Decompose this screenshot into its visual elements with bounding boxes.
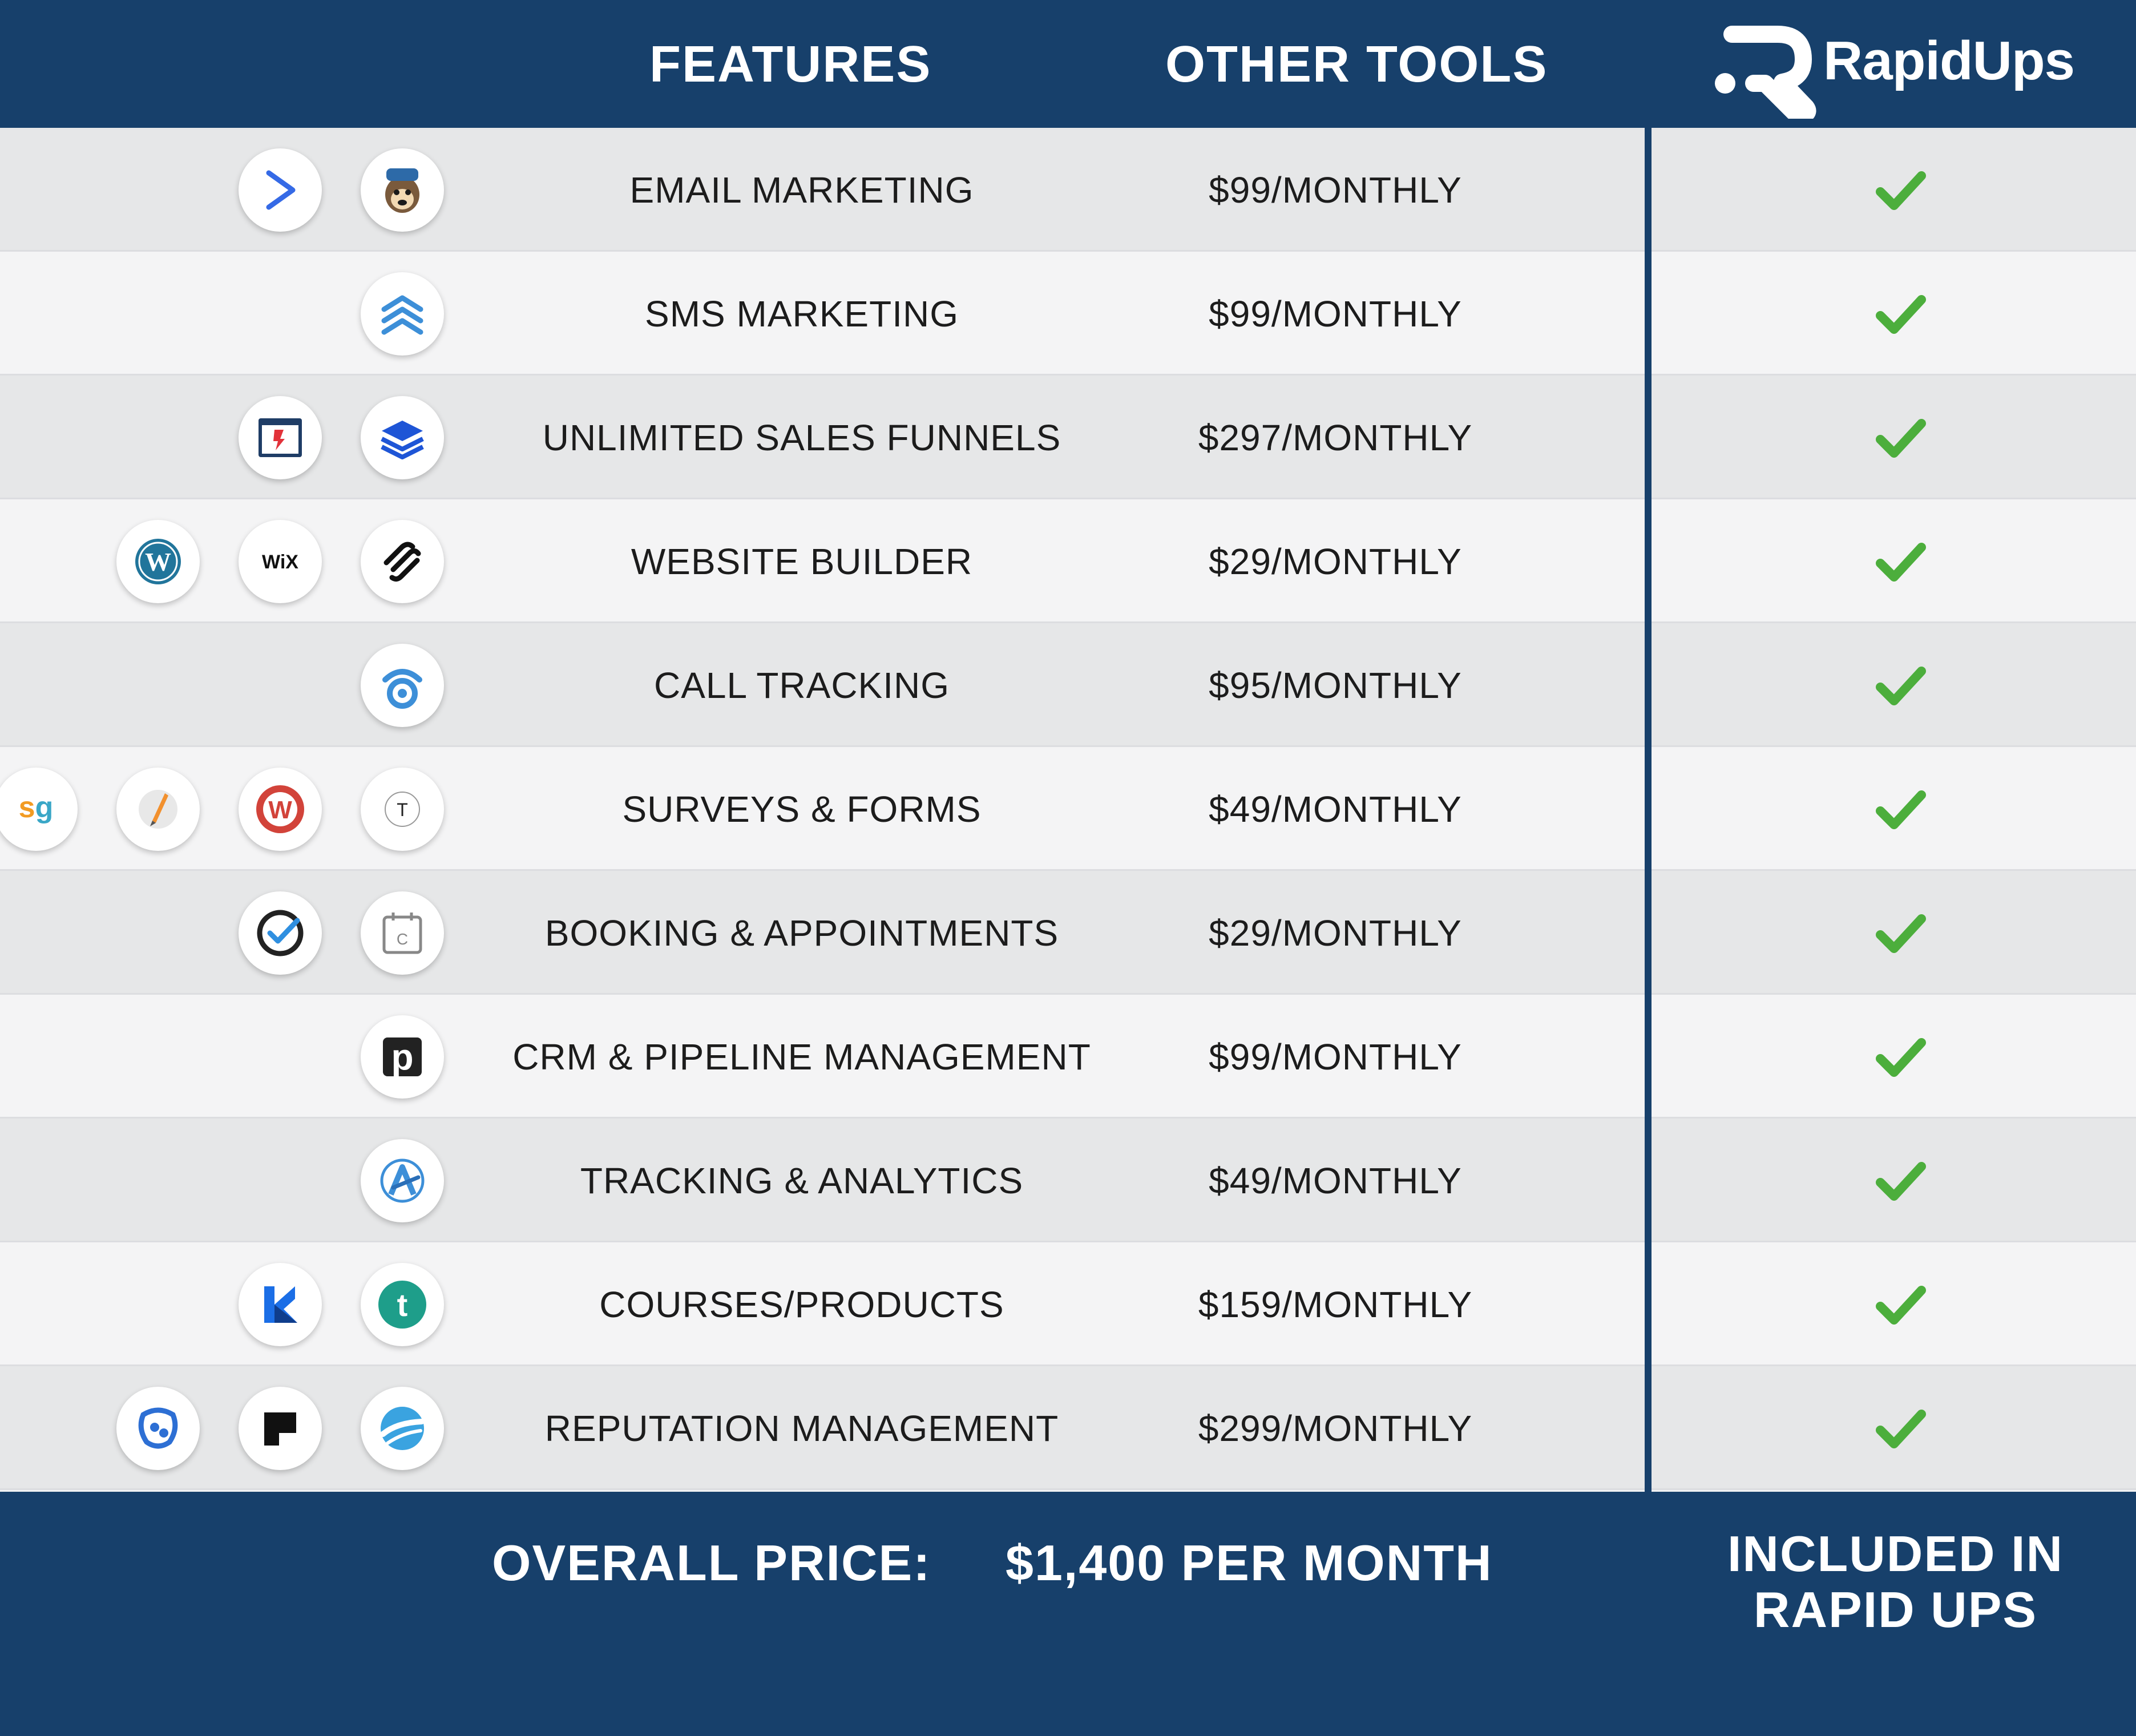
included-note: INCLUDED IN RAPID UPS	[1655, 1526, 2136, 1638]
other-tools-price: $297/MONTHLY	[1198, 417, 1473, 458]
other-tools-heading: OTHER TOOLS	[1165, 36, 1548, 93]
svg-text:p: p	[391, 1036, 413, 1077]
feature-name: COURSES/PRODUCTS	[599, 1284, 1004, 1325]
included-check-icon	[1875, 911, 1926, 956]
included-line-2: RAPID UPS	[1753, 1581, 2038, 1638]
layers-icon	[361, 396, 444, 479]
activecampaign-icon	[239, 148, 322, 232]
included-check-icon	[1875, 292, 1926, 337]
surveygizmo-icon: sg	[0, 768, 78, 851]
feature-name: UNLIMITED SALES FUNNELS	[542, 417, 1061, 458]
feature-name: CALL TRACKING	[653, 665, 950, 706]
calendar-icon: C	[361, 891, 444, 975]
table-row: t COURSES/PRODUCTS $159/MONTHLY	[0, 1242, 2136, 1366]
other-tools-price: $29/MONTHLY	[1209, 913, 1462, 954]
podium-icon	[239, 1387, 322, 1470]
table-row: UNLIMITED SALES FUNNELS $297/MONTHLY	[0, 376, 2136, 499]
rapidups-logo: RapidUps	[1709, 22, 2080, 124]
sms-chevrons-icon	[361, 272, 444, 356]
typeform-icon: T	[361, 768, 444, 851]
other-tools-price: $299/MONTHLY	[1198, 1408, 1473, 1449]
table-row: TRACKING & ANALYTICS $49/MONTHLY	[0, 1119, 2136, 1242]
feature-name: TRACKING & ANALYTICS	[580, 1160, 1024, 1201]
comparison-table: EMAIL MARKETING $99/MONTHLY SMS MARKETING $…	[0, 128, 2136, 1492]
included-check-icon	[1875, 787, 1926, 833]
table-row: EMAIL MARKETING $99/MONTHLY	[0, 128, 2136, 252]
wix-icon: WiX	[239, 520, 322, 603]
svg-text:T: T	[397, 800, 408, 820]
other-tools-price: $99/MONTHLY	[1209, 293, 1462, 334]
included-check-icon	[1875, 168, 1926, 213]
included-check-icon	[1875, 415, 1926, 461]
kajabi-icon	[239, 1263, 322, 1346]
included-line-1: INCLUDED IN	[1727, 1525, 2064, 1582]
overall-price-value: $1,400 PER MONTH	[1006, 1535, 1493, 1591]
overall-price-label: OVERALL PRICE:	[492, 1535, 931, 1591]
table-row: SMS MARKETING $99/MONTHLY	[0, 252, 2136, 376]
svg-text:W: W	[268, 796, 292, 824]
svg-text:sg: sg	[19, 791, 54, 824]
table-row: CALL TRACKING $95/MONTHLY	[0, 623, 2136, 747]
feature-name: SURVEYS & FORMS	[622, 789, 982, 830]
included-check-icon	[1875, 1406, 1926, 1452]
feature-name: EMAIL MARKETING	[629, 169, 974, 211]
other-tools-price: $95/MONTHLY	[1209, 665, 1462, 706]
feature-name: CRM & PIPELINE MANAGEMENT	[512, 1036, 1091, 1077]
pipedrive-icon: p	[361, 1015, 444, 1099]
table-row: C BOOKING & APPOINTMENTS $29/MONTHLY	[0, 871, 2136, 995]
birdeye-icon	[116, 1387, 200, 1470]
footer-bar: OVERALL PRICE: $1,400 PER MONTH INCLUDED…	[0, 1492, 2136, 1736]
pen-icon	[116, 768, 200, 851]
table-row: sg W T SURVEYS & FORMS $49/MONTHLY	[0, 747, 2136, 871]
feature-name: WEBSITE BUILDER	[631, 541, 973, 582]
included-check-icon	[1875, 539, 1926, 585]
other-tools-price: $99/MONTHLY	[1209, 169, 1462, 211]
wufoo-icon: W	[239, 768, 322, 851]
feature-name: REPUTATION MANAGEMENT	[544, 1408, 1059, 1449]
other-tools-price: $49/MONTHLY	[1209, 789, 1462, 830]
included-check-icon	[1875, 1282, 1926, 1328]
features-heading: FEATURES	[649, 36, 932, 93]
feature-name: BOOKING & APPOINTMENTS	[544, 913, 1059, 954]
svg-text:t: t	[397, 1287, 408, 1323]
squarespace-icon	[361, 520, 444, 603]
mailchimp-icon	[361, 148, 444, 232]
other-tools-price: $159/MONTHLY	[1198, 1284, 1473, 1325]
included-check-icon	[1875, 1158, 1926, 1204]
column-divider	[1645, 128, 1652, 1492]
included-check-icon	[1875, 1035, 1926, 1080]
svg-text:W: W	[145, 547, 171, 576]
clickfunnels-icon	[239, 396, 322, 479]
analytics-icon	[361, 1139, 444, 1222]
rapidups-logo-mark-icon	[1715, 26, 1816, 124]
svg-text:WiX: WiX	[262, 551, 298, 573]
svg-text:C: C	[397, 930, 408, 948]
table-row: W WiX WEBSITE BUILDER $29/MONTHLY	[0, 499, 2136, 623]
feature-name: SMS MARKETING	[645, 293, 959, 334]
brand-name: RapidUps	[1823, 30, 2075, 91]
other-tools-price: $49/MONTHLY	[1209, 1160, 1462, 1201]
teachable-icon: t	[361, 1263, 444, 1346]
header-bar: FEATURES OTHER TOOLS RapidUps	[0, 0, 2136, 128]
other-tools-price: $99/MONTHLY	[1209, 1036, 1462, 1077]
table-row: p CRM & PIPELINE MANAGEMENT $99/MONTHLY	[0, 995, 2136, 1119]
swirl-icon	[361, 1387, 444, 1470]
table-row: REPUTATION MANAGEMENT $299/MONTHLY	[0, 1366, 2136, 1490]
row-separator	[0, 1488, 2136, 1490]
other-tools-price: $29/MONTHLY	[1209, 541, 1462, 582]
wordpress-icon: W	[116, 520, 200, 603]
call-tracking-icon	[361, 644, 444, 727]
included-check-icon	[1875, 663, 1926, 709]
check-circle-icon	[239, 891, 322, 975]
